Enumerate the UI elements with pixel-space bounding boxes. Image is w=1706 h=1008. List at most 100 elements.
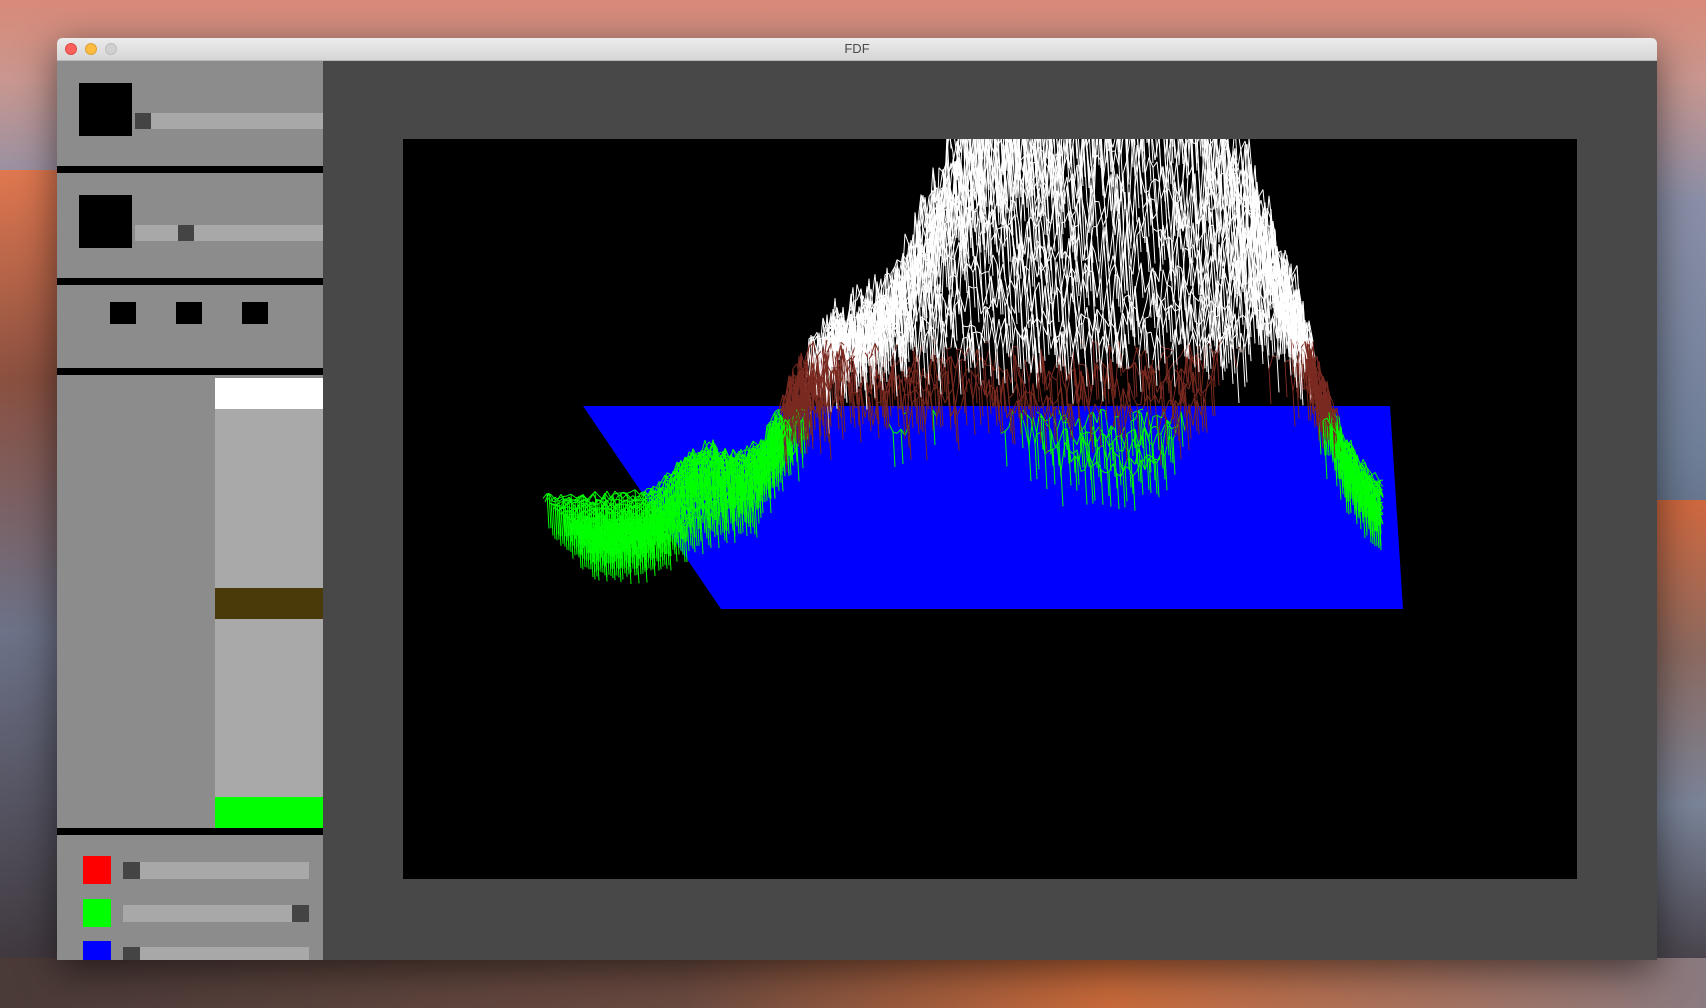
title-bar[interactable]: FDF: [57, 38, 1657, 61]
terrain-edge: [1132, 363, 1136, 399]
red-swatch: [83, 856, 111, 884]
terrain-edge: [1170, 304, 1174, 340]
terrain-edge: [998, 319, 1004, 349]
green-slider-thumb[interactable]: [292, 905, 309, 922]
terrain-edge: [982, 306, 986, 342]
terrain-edge: [1082, 323, 1086, 359]
terrain-edge: [1146, 331, 1152, 334]
preview-swatch-1[interactable]: [79, 83, 132, 136]
slider-2-track[interactable]: [135, 225, 323, 241]
terrain-edge: [1122, 366, 1128, 373]
terrain-edge: [1168, 306, 1172, 342]
terrain-edge: [1116, 320, 1122, 341]
color-band-snow[interactable]: [215, 378, 323, 409]
terrain-edge: [1216, 350, 1220, 386]
terrain-edge: [960, 359, 964, 395]
red-slider-track[interactable]: [123, 862, 309, 879]
color-band-grass[interactable]: [215, 797, 323, 828]
terrain-edge: [1034, 282, 1040, 293]
preview-swatch-2[interactable]: [79, 195, 132, 248]
terrain-edge: [1096, 364, 1100, 400]
terrain-edge: [1024, 359, 1030, 383]
terrain-edge: [1152, 228, 1156, 264]
terrain-edge: [1102, 287, 1108, 313]
terrain-edge: [1090, 349, 1094, 385]
terrain-edge: [1200, 310, 1204, 346]
terrain-edge: [958, 359, 962, 395]
terrain-edge: [1070, 368, 1074, 404]
terrain-edge: [904, 233, 910, 246]
terrain-edge: [946, 347, 952, 350]
option-button-2[interactable]: [176, 302, 202, 324]
terrain-edge: [1010, 357, 1014, 393]
terrain-edge: [1198, 325, 1202, 361]
terrain-edge: [992, 254, 998, 265]
terrain-edge: [1042, 325, 1046, 361]
green-slider-track[interactable]: [123, 905, 309, 922]
terrain-edge: [1166, 284, 1170, 320]
terrain-edge: [1128, 265, 1132, 301]
terrain-edge: [972, 272, 976, 308]
terrain-edge: [1164, 347, 1170, 350]
terrain-edge: [1060, 267, 1066, 293]
section-divider: [57, 278, 323, 285]
terrain-edge: [1208, 310, 1214, 313]
terrain-edge: [1140, 356, 1144, 392]
red-slider-thumb[interactable]: [123, 862, 140, 879]
terrain-edge: [984, 340, 990, 344]
terrain-edge: [1244, 347, 1248, 383]
control-sidebar: [57, 61, 323, 960]
terrain-edge: [1150, 332, 1156, 351]
terrain-edge: [1206, 344, 1210, 380]
render-viewport[interactable]: [403, 38, 1577, 879]
desktop-wallpaper-left: [0, 170, 60, 1008]
terrain-edge: [1002, 245, 1006, 281]
window-title: FDF: [844, 41, 870, 56]
terrain-edge: [954, 241, 960, 256]
terrain-edge: [1066, 339, 1070, 375]
terrain-edge: [1000, 318, 1006, 330]
terrain-edge: [1172, 351, 1176, 387]
terrain-edge: [1144, 316, 1150, 319]
terrain-edge: [1096, 226, 1100, 262]
color-gradient-panel: [215, 378, 323, 828]
slider-1-thumb[interactable]: [135, 113, 151, 129]
terrain-edge: [954, 382, 960, 408]
desktop-wallpaper-bottom: [0, 958, 1706, 1008]
terrain-edge: [1092, 340, 1098, 343]
terrain-edge: [1284, 359, 1290, 363]
terrain-edge: [1082, 363, 1088, 368]
option-button-1[interactable]: [110, 302, 136, 324]
terrain-edge: [976, 331, 982, 334]
terrain-edge: [1012, 345, 1018, 348]
blue-slider-track[interactable]: [123, 947, 309, 960]
terrain-edge: [1052, 377, 1058, 381]
terrain-edge: [1052, 400, 1058, 405]
terrain-edge: [1096, 216, 1102, 227]
terrain-edge: [1048, 301, 1052, 337]
terrain-edge: [968, 285, 974, 289]
terrain-edge: [1054, 250, 1060, 261]
terrain-edge: [1098, 336, 1104, 347]
slider-1-track[interactable]: [135, 113, 323, 129]
terrain-wireframe: [542, 38, 1403, 609]
terrain-edge: [980, 271, 986, 275]
terrain-edge: [1194, 297, 1198, 333]
slider-2-thumb[interactable]: [178, 225, 194, 241]
terrain-edge: [968, 286, 972, 322]
terrain-edge: [1022, 348, 1026, 384]
color-band-dirt[interactable]: [215, 588, 323, 619]
terrain-edge: [1168, 369, 1172, 406]
terrain-edge: [1276, 357, 1280, 393]
blue-slider-thumb[interactable]: [123, 947, 140, 960]
terrain-edge: [1048, 370, 1052, 406]
green-swatch: [83, 899, 111, 927]
terrain-edge: [1268, 369, 1272, 405]
blue-swatch: [83, 941, 111, 960]
terrain-edge: [1134, 187, 1138, 223]
terrain-edge: [1292, 265, 1298, 274]
terrain-edge: [1116, 378, 1122, 404]
option-button-3[interactable]: [242, 302, 268, 324]
terrain-edge: [1242, 351, 1246, 387]
terrain-edge: [944, 364, 948, 400]
